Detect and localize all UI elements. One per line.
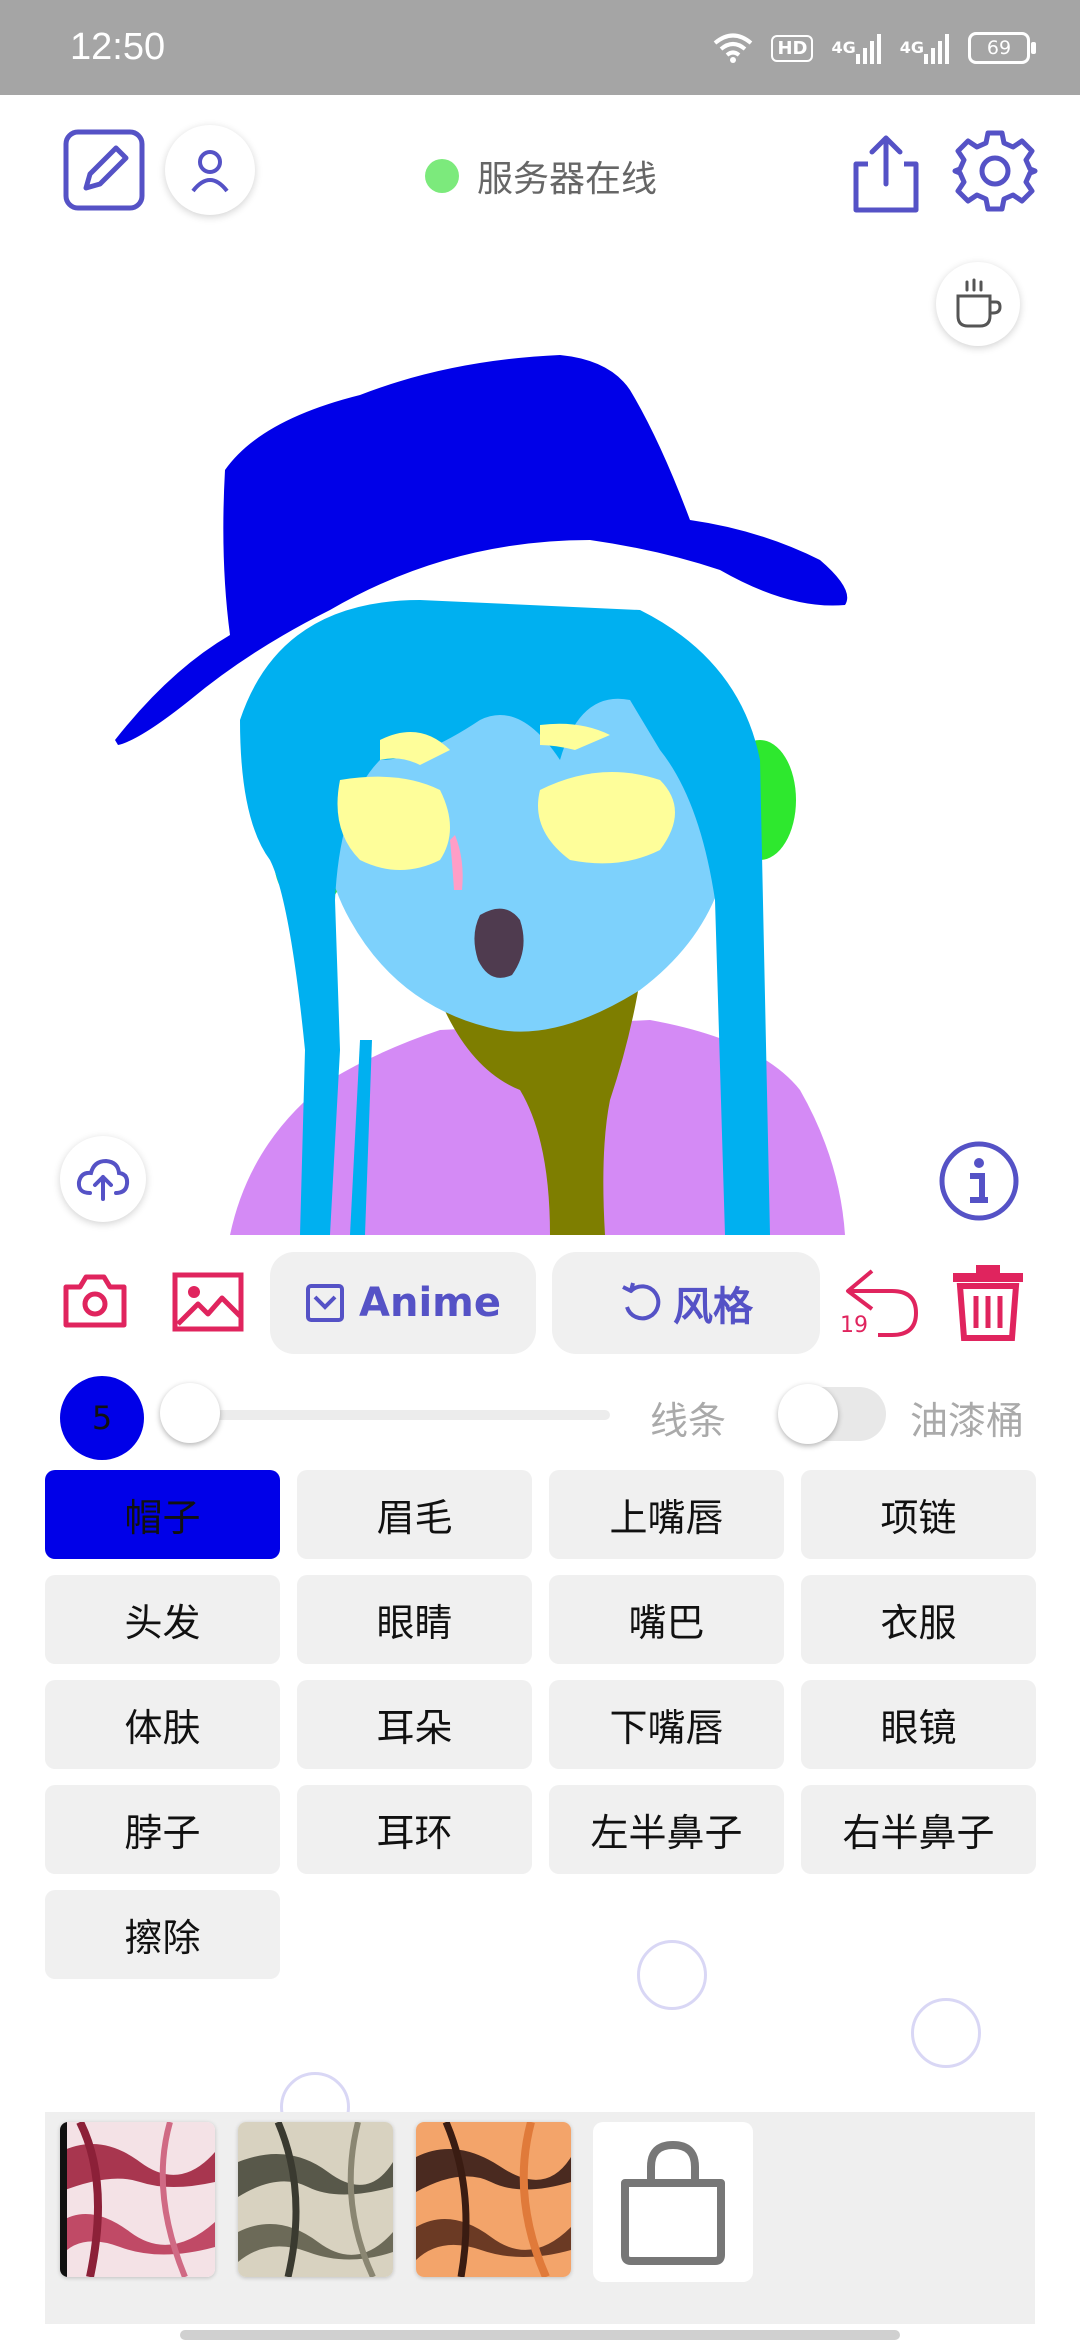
bucket-toggle-knob[interactable] [778, 1384, 838, 1444]
user-icon [191, 150, 229, 193]
brush-size-slider[interactable] [190, 1410, 610, 1420]
share-button[interactable] [848, 130, 924, 216]
status-bar: 12:50 HD 4G 4G 69 [0, 0, 1080, 95]
part-earrings[interactable]: 耳环 [297, 1785, 532, 1874]
line-mode-label: 线条 [650, 1399, 727, 1443]
part-mouth[interactable]: 嘴巴 [549, 1575, 784, 1664]
brush-size-indicator: 5 [60, 1376, 144, 1460]
part-ears[interactable]: 耳朵 [297, 1680, 532, 1769]
part-right-nose[interactable]: 右半鼻子 [801, 1785, 1036, 1874]
part-necklace[interactable]: 项链 [801, 1470, 1036, 1559]
camera-icon [63, 1274, 127, 1328]
trash-icon [953, 1265, 1023, 1341]
checkbox-icon [306, 1284, 345, 1322]
orange-marble-texture [416, 2122, 571, 2277]
texture-bar [45, 2112, 1035, 2324]
shopping-bag-icon [621, 2140, 725, 2265]
hd-badge: HD [771, 34, 814, 62]
rotate-icon [622, 1282, 661, 1321]
wifi-icon [713, 32, 753, 64]
part-lower-lip[interactable]: 下嘴唇 [549, 1680, 784, 1769]
undo-count: 19 [840, 1313, 868, 1338]
server-status-dot [425, 159, 459, 193]
part-glasses[interactable]: 眼镜 [801, 1680, 1036, 1769]
part-clothes[interactable]: 衣服 [801, 1575, 1036, 1664]
share-icon [853, 135, 919, 213]
net-1-label: 4G [831, 38, 856, 57]
part-neck[interactable]: 脖子 [45, 1785, 280, 1874]
grey-marble-texture [238, 2122, 393, 2277]
settings-button[interactable] [952, 128, 1038, 214]
anime-button[interactable]: Anime [270, 1252, 536, 1354]
info-icon [939, 1141, 1019, 1221]
net-2-label: 4G [899, 38, 924, 57]
part-skin[interactable]: 体肤 [45, 1680, 280, 1769]
pencil-square-icon [63, 129, 145, 211]
part-hat[interactable]: 帽子 [45, 1470, 280, 1559]
navigation-handle[interactable] [180, 2330, 900, 2340]
camera-button[interactable] [62, 1273, 128, 1329]
style-button[interactable]: 风格 [552, 1252, 820, 1354]
edit-button[interactable] [62, 128, 146, 212]
battery-indicator: 69 [968, 32, 1036, 64]
texture-red[interactable] [60, 2122, 215, 2277]
texture-shop-button[interactable] [593, 2122, 753, 2282]
decor-circle [637, 1940, 707, 2010]
part-selector-grid: 帽子 眉毛 上嘴唇 项链 头发 眼睛 嘴巴 衣服 体肤 耳朵 下嘴唇 眼镜 脖子… [45, 1470, 1036, 1979]
gear-icon [952, 130, 1038, 212]
delete-button[interactable] [950, 1262, 1026, 1342]
part-left-nose[interactable]: 左半鼻子 [549, 1785, 784, 1874]
texture-orange[interactable] [416, 2122, 571, 2277]
drawing [115, 355, 848, 1235]
part-eraser[interactable]: 擦除 [45, 1890, 280, 1979]
status-icons: HD 4G 4G 69 [713, 26, 1036, 70]
part-hair[interactable]: 头发 [45, 1575, 280, 1664]
signal-2: 4G [900, 32, 950, 64]
cloud-upload-icon [76, 1158, 130, 1201]
server-status-label: 服务器在线 [477, 159, 658, 200]
part-eyebrows[interactable]: 眉毛 [297, 1470, 532, 1559]
status-time: 12:50 [70, 26, 166, 68]
upload-button[interactable] [60, 1136, 146, 1222]
red-marble-texture [60, 2122, 215, 2277]
anime-label: Anime [359, 1280, 501, 1326]
server-status: 服务器在线 [425, 150, 657, 202]
part-eyes[interactable]: 眼睛 [297, 1575, 532, 1664]
info-button[interactable] [938, 1140, 1020, 1222]
texture-grey[interactable] [238, 2122, 393, 2277]
image-icon [172, 1272, 244, 1332]
brush-size-slider-handle[interactable] [160, 1383, 220, 1443]
drawing-canvas[interactable] [0, 260, 1080, 1235]
style-label: 风格 [673, 1284, 753, 1330]
part-upper-lip[interactable]: 上嘴唇 [549, 1470, 784, 1559]
gallery-button[interactable] [172, 1272, 244, 1332]
bucket-mode-label: 油漆桶 [910, 1399, 1025, 1443]
decor-circle [911, 1998, 981, 2068]
signal-1: 4G [831, 32, 881, 64]
user-button[interactable] [165, 125, 255, 215]
